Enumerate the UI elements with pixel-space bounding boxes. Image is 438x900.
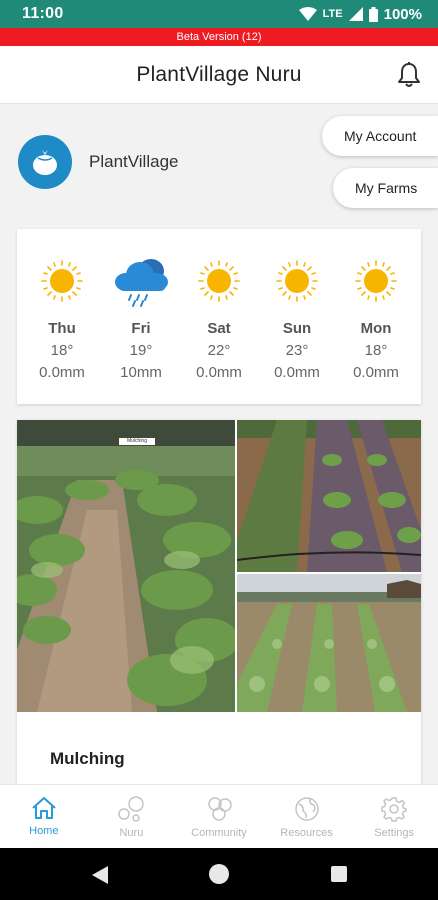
weather-day-name: Sun	[282, 320, 312, 337]
page-title: PlantVillage Nuru	[136, 62, 302, 86]
weather-temp: 23°	[285, 342, 309, 359]
cabbage-rows-photo	[237, 574, 421, 712]
back-icon[interactable]	[92, 866, 108, 884]
nav-nuru[interactable]: Nuru	[88, 785, 176, 848]
sun-icon	[198, 260, 240, 302]
beta-banner: Beta Version (12)	[0, 28, 438, 46]
plastic-mulch-photo	[237, 420, 421, 572]
weather-day-name: Mon	[360, 320, 392, 337]
nav-label: Nuru	[119, 827, 144, 839]
weather-temp: 22°	[207, 342, 231, 359]
weather-day-name: Fri	[131, 320, 151, 337]
cassava-field-photo: Mulching	[17, 420, 235, 712]
profile-name: PlantVillage	[89, 152, 179, 171]
system-navigation-bar	[0, 848, 438, 900]
profile-section: PlantVillage	[18, 135, 178, 189]
avatar[interactable]	[18, 135, 72, 189]
community-icon	[208, 797, 232, 821]
weather-rain: 0.0mm	[353, 364, 399, 381]
tomato-icon	[33, 150, 57, 175]
weather-rain: 10mm	[120, 364, 162, 381]
globe-icon	[294, 797, 319, 821]
home-icon	[32, 797, 56, 819]
nuru-icon	[118, 796, 145, 822]
bottom-navigation: Home Nuru Community Resources Settings	[0, 784, 438, 848]
nav-label: Community	[191, 827, 247, 839]
battery-level: 100%	[383, 5, 422, 23]
weather-temp: 18°	[50, 342, 74, 359]
status-bar: 11:00 LTE 100%	[0, 0, 438, 28]
home-button[interactable]	[209, 864, 229, 884]
rain-cloud-icon	[115, 259, 168, 307]
bell-icon[interactable]	[396, 61, 422, 89]
recent-apps-button[interactable]	[331, 866, 347, 882]
weather-day-name: Thu	[48, 320, 76, 337]
nav-home[interactable]: Home	[0, 785, 88, 848]
weather-temp: 18°	[364, 342, 388, 359]
status-time: 11:00	[22, 5, 64, 22]
my-account-button[interactable]: My Account	[322, 116, 438, 156]
weather-temp: 19°	[129, 342, 153, 359]
nav-community[interactable]: Community	[175, 785, 263, 848]
photo-label: Mulching	[119, 438, 155, 445]
sun-icon	[41, 260, 83, 302]
signal-icon	[348, 7, 363, 21]
nav-label: Resources	[280, 827, 333, 839]
weather-rain: 0.0mm	[274, 364, 320, 381]
gear-icon	[381, 797, 407, 822]
wifi-icon	[298, 7, 317, 21]
app-header: PlantVillage Nuru	[0, 46, 438, 104]
nav-resources[interactable]: Resources	[263, 785, 351, 848]
article-title: Mulching	[50, 749, 125, 768]
weather-rain: 0.0mm	[196, 364, 242, 381]
network-type: LTE	[322, 8, 343, 20]
nav-settings[interactable]: Settings	[350, 785, 438, 848]
battery-icon	[368, 6, 378, 22]
sun-icon	[355, 260, 397, 302]
weather-card[interactable]: Thu 18° 0.0mm Fri 19° 10mm Sat 22° 0.0mm…	[17, 229, 421, 404]
status-icons: LTE 100%	[298, 5, 422, 23]
my-farms-button[interactable]: My Farms	[333, 168, 438, 208]
weather-rain: 0.0mm	[39, 364, 85, 381]
article-card-mulching[interactable]: Mulching Mulching	[17, 420, 421, 790]
nav-label: Home	[29, 825, 59, 837]
nav-label: Settings	[374, 827, 415, 839]
weather-day-name: Sat	[207, 320, 231, 337]
sun-icon	[276, 260, 318, 302]
